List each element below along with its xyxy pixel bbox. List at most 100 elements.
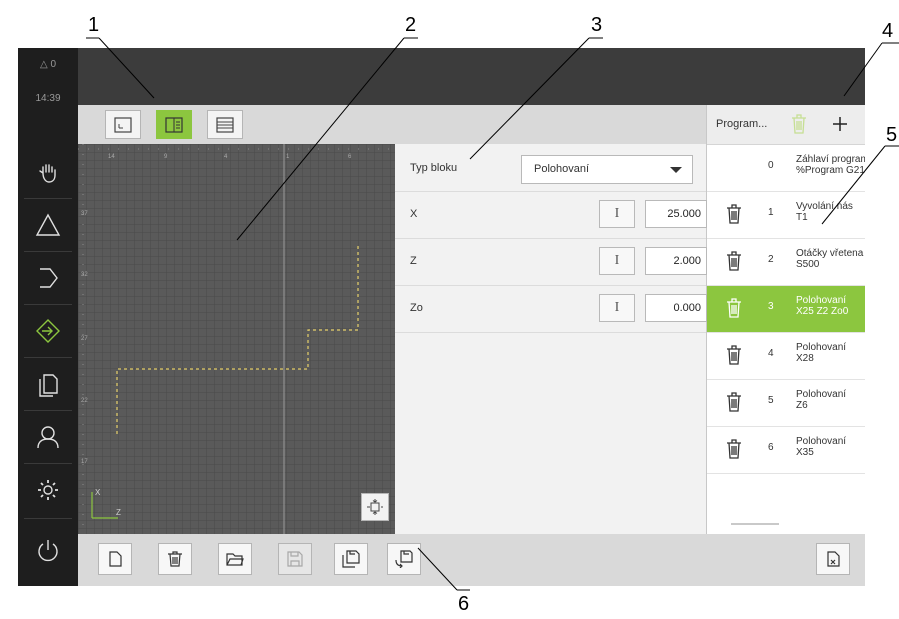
close-program-button[interactable]	[816, 543, 850, 575]
block-type-value: Polohovaní	[534, 163, 590, 175]
export-program-button[interactable]	[387, 543, 421, 575]
block-form: Typ bloku Polohovaní X I 25.000 Z I 2.00…	[395, 144, 707, 534]
sidebar-item-programming[interactable]	[18, 305, 78, 357]
scrollbar[interactable]	[731, 523, 779, 525]
sidebar-item-run[interactable]	[18, 252, 78, 304]
row-line2: X35	[796, 447, 814, 458]
y-tick-label: 17	[81, 459, 88, 465]
y-tick-label: 37	[81, 211, 88, 217]
program-header: Program...	[707, 105, 865, 145]
device-screen: △ 0 14:39 14 9 4 1 6 37 32 27 22 17 X Z …	[18, 48, 865, 586]
gear-icon	[38, 480, 58, 500]
x-tick-label: 4	[224, 154, 228, 160]
row-text: Záhlaví programu Progr%Program G21	[796, 154, 865, 176]
callout-1: 1	[88, 14, 100, 36]
program-panel: Program... 0 Záhlaví programu Progr%Prog…	[707, 105, 865, 534]
warning-icon: △	[39, 59, 48, 70]
sidebar-item-settings[interactable]	[18, 464, 78, 516]
delete-program-button[interactable]	[158, 543, 192, 575]
program-row[interactable]: 1 Vyvolání nás T1	[707, 192, 865, 239]
program-row-header[interactable]: 0 Záhlaví programu Progr%Program G21	[707, 145, 865, 192]
field-row-z: Z I 2.000	[395, 238, 707, 286]
trash-icon[interactable]	[724, 297, 744, 319]
user-icon	[37, 426, 59, 449]
block-type-row: Typ bloku Polohovaní	[395, 144, 706, 192]
new-program-button[interactable]	[98, 543, 132, 575]
save-as-icon	[342, 550, 360, 568]
program-row-selected[interactable]: 3 Polohovaní X25 Z2 Zo0	[707, 286, 865, 333]
row-line1: Záhlaví programu Progr	[796, 154, 865, 165]
row-text: Polohovaní Z6	[796, 389, 846, 411]
trash-icon[interactable]	[724, 203, 744, 225]
sidebar-item-manual[interactable]	[18, 146, 78, 198]
sidebar-item-power[interactable]	[18, 524, 78, 576]
trash-icon[interactable]	[724, 250, 744, 272]
teach-button-zo[interactable]: I	[599, 294, 635, 322]
sidebar-item-file-management[interactable]	[18, 358, 78, 410]
row-line1: Polohovaní	[796, 295, 847, 306]
trash-icon	[168, 551, 182, 567]
field-row-zo: Zo I 0.000	[395, 285, 707, 333]
x-tick-label: 9	[164, 154, 168, 160]
input-x[interactable]: 25.000	[645, 200, 707, 228]
row-line2: Z6	[796, 400, 808, 411]
y-tick-label: 22	[81, 398, 88, 404]
callout-2: 2	[405, 14, 417, 36]
save-program-button[interactable]	[278, 543, 312, 575]
hand-icon	[39, 164, 56, 183]
view-toolbar	[78, 105, 706, 144]
alert-count: 0	[50, 59, 57, 70]
program-row[interactable]: 2 Otáčky vřetena S500	[707, 239, 865, 286]
field-row-x: X I 25.000	[395, 191, 707, 239]
save-as-button[interactable]	[334, 543, 368, 575]
open-program-button[interactable]	[218, 543, 252, 575]
file-toolbar	[78, 534, 865, 586]
chevron-down-icon	[670, 167, 682, 173]
program-run-icon	[36, 319, 60, 343]
row-number: 1	[768, 207, 774, 218]
program-row[interactable]: 4 Polohovaní X28	[707, 333, 865, 380]
row-line2: S500	[796, 259, 820, 270]
graphics-view-button[interactable]	[105, 110, 141, 139]
sidebar-item-mdi[interactable]	[18, 199, 78, 251]
sidebar-item-user[interactable]	[18, 411, 78, 463]
program-row[interactable]: 5 Polohovaní Z6	[707, 380, 865, 427]
teach-button-z[interactable]: I	[599, 247, 635, 275]
add-icon[interactable]	[831, 115, 849, 133]
list-view-button[interactable]	[207, 110, 243, 139]
input-z[interactable]: 2.000	[645, 247, 707, 275]
folder-open-icon	[226, 553, 244, 566]
input-zo[interactable]: 0.000	[645, 294, 707, 322]
trash-icon[interactable]	[724, 344, 744, 366]
alert-status[interactable]: △ 0	[18, 59, 78, 70]
axis-z-label: Z	[116, 508, 121, 517]
power-icon	[38, 540, 58, 562]
field-label-x: X	[410, 208, 418, 220]
trash-icon[interactable]	[724, 438, 744, 460]
row-line1: Polohovaní	[796, 436, 847, 447]
block-type-select[interactable]: Polohovaní	[521, 155, 693, 184]
row-line2: X25 Z2 Zo0	[796, 306, 849, 317]
row-text: Polohovaní X35	[796, 436, 846, 458]
split-view-button[interactable]	[156, 110, 192, 139]
documents-icon	[39, 374, 58, 397]
row-line2: T1	[796, 212, 808, 223]
row-number: 2	[768, 254, 774, 265]
graphics-view-icon	[114, 116, 132, 133]
callout-5: 5	[886, 124, 898, 146]
triangle-icon	[35, 213, 61, 236]
sidebar: △ 0 14:39	[18, 48, 78, 586]
field-label-zo: Zo	[410, 302, 423, 314]
trash-icon[interactable]	[724, 391, 744, 413]
row-line1: Otáčky vřetena	[796, 248, 864, 259]
split-view-icon	[165, 116, 183, 133]
trash-icon[interactable]	[789, 113, 809, 135]
graphics-canvas[interactable]: 14 9 4 1 6 37 32 27 22 17 X Z	[78, 144, 395, 534]
axis-x-label: X	[95, 488, 101, 497]
close-file-icon	[827, 551, 840, 567]
program-row[interactable]: 6 Polohovaní X35	[707, 427, 865, 474]
teach-button-x[interactable]: I	[599, 200, 635, 228]
row-line2: X28	[796, 353, 814, 364]
y-tick-label: 32	[81, 272, 88, 278]
zoom-fit-button[interactable]	[361, 493, 389, 521]
